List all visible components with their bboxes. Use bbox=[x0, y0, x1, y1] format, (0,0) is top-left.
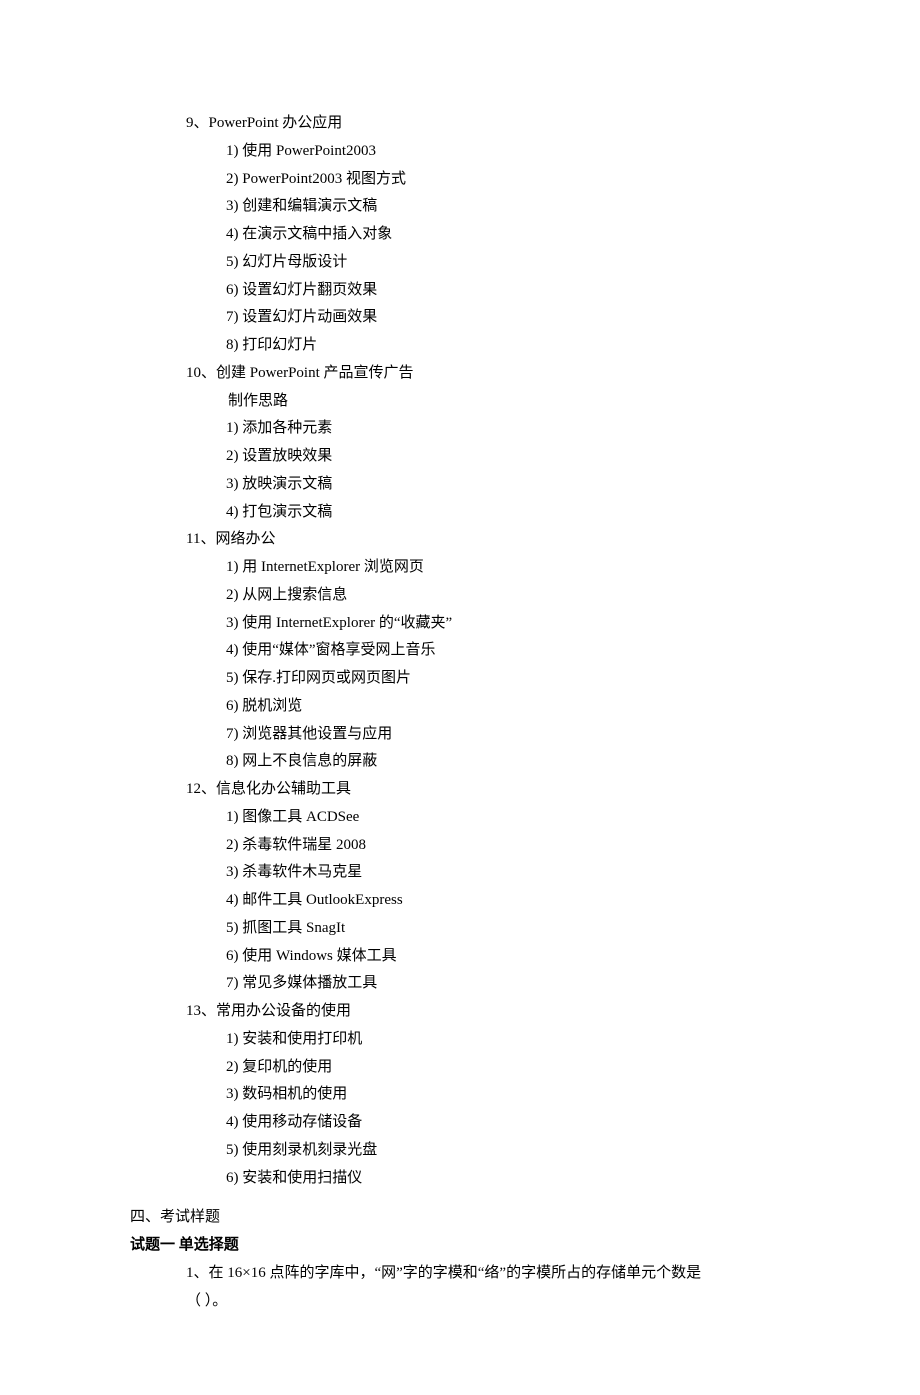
topic-sub-item: 5) 保存.打印网页或网页图片 bbox=[226, 665, 790, 693]
topic-sub-item: 6) 使用 Windows 媒体工具 bbox=[226, 943, 790, 971]
question-set-header: 试题一 单选择题 bbox=[130, 1232, 790, 1260]
topic-sub-item: 1) 图像工具 ACDSee bbox=[226, 804, 790, 832]
topic-heading: 12、信息化办公辅助工具 bbox=[186, 776, 790, 804]
topic-sub-item: 4) 在演示文稿中插入对象 bbox=[226, 221, 790, 249]
topic-sub-item: 6) 设置幻灯片翻页效果 bbox=[226, 277, 790, 305]
topic-sub-item: 1) 安装和使用打印机 bbox=[226, 1026, 790, 1054]
topic-sub-item: 3) 创建和编辑演示文稿 bbox=[226, 193, 790, 221]
topic-sub-item: 6) 脱机浏览 bbox=[226, 693, 790, 721]
topic-sub-item: 3) 杀毒软件木马克星 bbox=[226, 859, 790, 887]
topic-sub-item: 6) 安装和使用扫描仪 bbox=[226, 1165, 790, 1193]
question-1-line-1: 1、在 16×16 点阵的字库中，“网”字的字模和“络”的字模所占的存储单元个数… bbox=[186, 1260, 790, 1288]
topics-container: 9、PowerPoint 办公应用1) 使用 PowerPoint20032) … bbox=[130, 110, 790, 1192]
topic-sub-item: 2) 从网上搜索信息 bbox=[226, 582, 790, 610]
topic-sub-item: 7) 设置幻灯片动画效果 bbox=[226, 304, 790, 332]
topic-prep-line: 制作思路 bbox=[228, 388, 790, 416]
topic-sub-item: 1) 添加各种元素 bbox=[226, 415, 790, 443]
topic-heading: 11、网络办公 bbox=[186, 526, 790, 554]
topic-sub-item: 3) 使用 InternetExplorer 的“收藏夹” bbox=[226, 610, 790, 638]
topic-sub-item: 4) 邮件工具 OutlookExpress bbox=[226, 887, 790, 915]
topic-sub-item: 5) 幻灯片母版设计 bbox=[226, 249, 790, 277]
topic-sub-item: 3) 数码相机的使用 bbox=[226, 1081, 790, 1109]
topic-sub-item: 4) 打包演示文稿 bbox=[226, 499, 790, 527]
topic-sub-item: 2) 设置放映效果 bbox=[226, 443, 790, 471]
topic-sub-item: 3) 放映演示文稿 bbox=[226, 471, 790, 499]
topic-sub-item: 8) 打印幻灯片 bbox=[226, 332, 790, 360]
topic-sub-item: 4) 使用移动存储设备 bbox=[226, 1109, 790, 1137]
topic-sub-item: 8) 网上不良信息的屏蔽 bbox=[226, 748, 790, 776]
topic-sub-item: 2) 杀毒软件瑞星 2008 bbox=[226, 832, 790, 860]
topic-heading: 10、创建 PowerPoint 产品宣传广告 bbox=[186, 360, 790, 388]
topic-sub-item: 7) 常见多媒体播放工具 bbox=[226, 970, 790, 998]
document-page: 9、PowerPoint 办公应用1) 使用 PowerPoint20032) … bbox=[0, 0, 920, 1395]
topic-sub-item: 1) 使用 PowerPoint2003 bbox=[226, 138, 790, 166]
topic-sub-item: 2) PowerPoint2003 视图方式 bbox=[226, 166, 790, 194]
topic-sub-item: 7) 浏览器其他设置与应用 bbox=[226, 721, 790, 749]
topic-sub-item: 5) 使用刻录机刻录光盘 bbox=[226, 1137, 790, 1165]
topic-sub-item: 5) 抓图工具 SnagIt bbox=[226, 915, 790, 943]
topic-heading: 9、PowerPoint 办公应用 bbox=[186, 110, 790, 138]
question-1-line-2: （ ）。 bbox=[186, 1288, 790, 1316]
topic-sub-item: 4) 使用“媒体”窗格享受网上音乐 bbox=[226, 637, 790, 665]
section-4-heading: 四、考试样题 bbox=[130, 1204, 790, 1232]
topic-sub-item: 2) 复印机的使用 bbox=[226, 1054, 790, 1082]
topic-heading: 13、常用办公设备的使用 bbox=[186, 998, 790, 1026]
topic-sub-item: 1) 用 InternetExplorer 浏览网页 bbox=[226, 554, 790, 582]
